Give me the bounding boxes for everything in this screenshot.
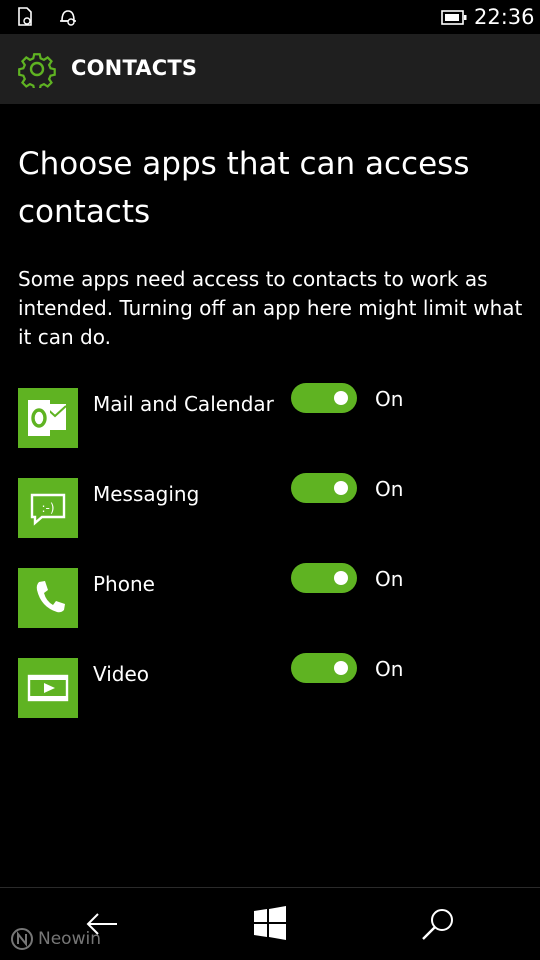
toggle-knob <box>334 391 348 405</box>
alarm-quiet-icon <box>58 7 78 31</box>
video-icon <box>18 658 78 718</box>
page-title: CONTACTS <box>71 56 198 80</box>
phone-toggle[interactable] <box>291 563 357 593</box>
windows-start-icon[interactable] <box>253 906 287 944</box>
search-icon[interactable] <box>420 906 456 946</box>
app-row-mail-and-calendar: Mail and Calendar On <box>0 383 540 450</box>
neowin-watermark: Neowin <box>10 927 101 951</box>
navigation-bar <box>0 887 540 960</box>
toggle-state-label: On <box>375 657 404 681</box>
app-name: Phone <box>93 572 155 596</box>
svg-text::-): :-) <box>41 501 54 515</box>
toggle-state-label: On <box>375 477 404 501</box>
toggle-knob <box>334 661 348 675</box>
status-time: 22:36 <box>474 5 535 29</box>
outlook-mail-icon <box>18 388 78 448</box>
toggle-knob <box>334 571 348 585</box>
app-row-messaging: :-) Messaging On <box>0 473 540 540</box>
gear-icon <box>18 50 56 92</box>
section-heading: Choose apps that can access contacts <box>18 146 470 230</box>
app-name: Video <box>93 662 150 686</box>
battery-icon <box>441 10 467 29</box>
section-description: Some apps need access to contacts to wor… <box>18 267 523 349</box>
mail-and-calendar-toggle[interactable] <box>291 383 357 413</box>
toggle-state-label: On <box>375 567 404 591</box>
location-doc-icon <box>16 7 34 31</box>
toggle-state-label: On <box>375 387 404 411</box>
video-toggle[interactable] <box>291 653 357 683</box>
messaging-icon: :-) <box>18 478 78 538</box>
toggle-knob <box>334 481 348 495</box>
app-name: Mail and Calendar <box>93 392 274 416</box>
app-row-video: Video On <box>0 653 540 720</box>
app-row-phone: Phone On <box>0 563 540 630</box>
messaging-toggle[interactable] <box>291 473 357 503</box>
app-name: Messaging <box>93 482 200 506</box>
neowin-logo-icon <box>10 928 34 955</box>
page-header: CONTACTS <box>0 34 540 104</box>
watermark-text: Neowin <box>38 929 101 949</box>
status-bar: 22:36 <box>0 0 540 34</box>
phone-icon <box>18 568 78 628</box>
